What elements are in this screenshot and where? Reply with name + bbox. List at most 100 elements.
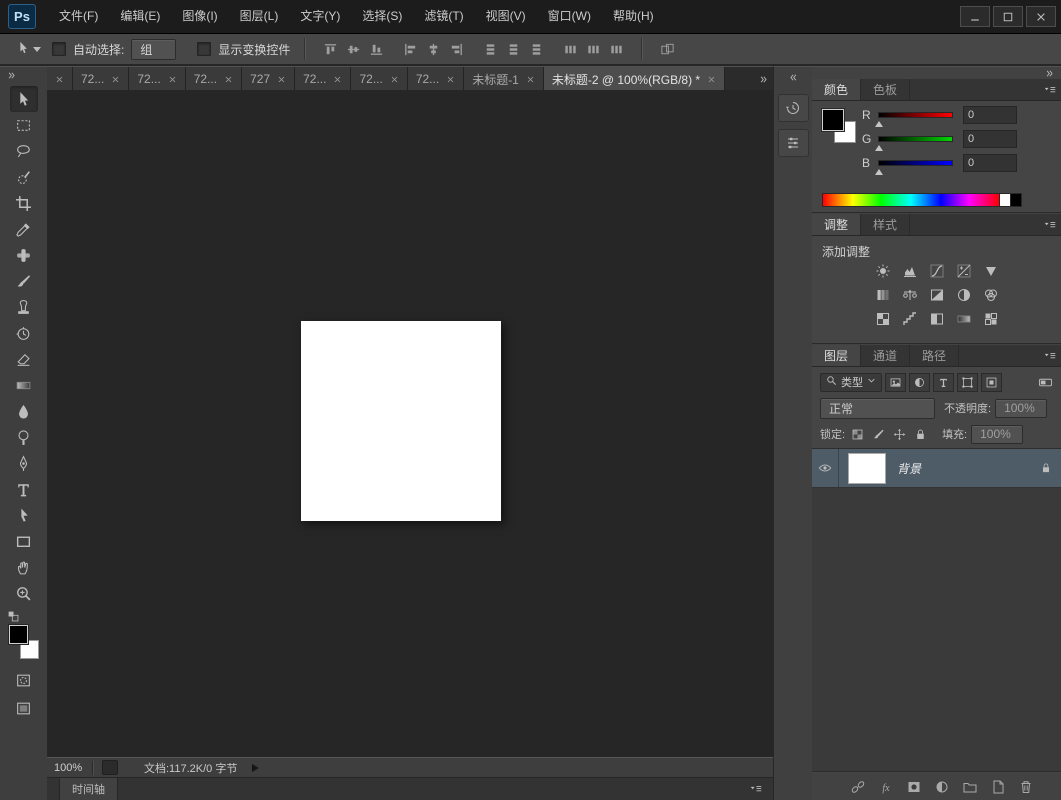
lasso-tool[interactable] [10,138,38,164]
brush-tool[interactable] [10,268,38,294]
document-tab-close-icon[interactable] [333,75,342,84]
foreground-color-swatch[interactable] [9,625,28,644]
history-brush-tool[interactable] [10,320,38,346]
document-tab[interactable]: 72... [295,67,351,91]
distribute-right-edges-icon[interactable] [606,40,627,59]
rectangular-marquee-tool[interactable] [10,112,38,138]
channel-slider[interactable] [878,160,953,166]
tab-overflow-icon[interactable] [753,67,773,91]
document-tab-close-icon[interactable] [111,75,120,84]
panel-tab[interactable]: 调整 [812,214,861,235]
slider-thumb-icon[interactable] [875,141,883,151]
color-balance-icon[interactable] [900,286,919,303]
curves-icon[interactable] [927,262,946,279]
rectangle-tool[interactable] [10,528,38,554]
new-layer-icon[interactable] [988,779,1007,796]
distribute-left-edges-icon[interactable] [560,40,581,59]
link-layers-icon[interactable] [848,779,867,796]
layer-filter-toggle[interactable] [1038,375,1053,390]
quick-selection-tool[interactable] [10,164,38,190]
type-filter-icon[interactable] [933,373,954,392]
document-tab-close-icon[interactable] [224,75,233,84]
properties-panel-icon[interactable] [778,129,809,157]
status-proxy-icon[interactable] [102,760,118,775]
document-tab-close-icon[interactable] [277,75,286,84]
align-top-edges-icon[interactable] [320,40,341,59]
distribute-horizontal-centers-icon[interactable] [583,40,604,59]
menu-item-3[interactable]: 图层(L) [229,0,290,33]
screen-mode-button[interactable] [10,695,38,721]
layer-mask-icon[interactable] [904,779,923,796]
document-tab-close-icon[interactable] [55,75,64,84]
panel-tab[interactable]: 图层 [812,345,861,366]
document-tab[interactable]: 未标题-2 @ 100%(RGB/8) * [544,67,725,91]
menu-item-4[interactable]: 文字(Y) [289,0,351,33]
history-panel-icon[interactable] [778,94,809,122]
document-tab[interactable]: 未标题-1 [464,67,544,91]
channel-value-input[interactable]: 0 [963,106,1017,124]
menu-item-0[interactable]: 文件(F) [48,0,109,33]
spot-healing-brush-tool[interactable] [10,242,38,268]
maximize-button[interactable] [993,6,1023,27]
document-tab[interactable]: 72... [73,67,129,91]
layer-visibility-icon[interactable] [812,449,839,487]
selective-color-icon[interactable] [981,310,1000,327]
tools-panel-collapse-icon[interactable] [0,69,47,82]
close-button[interactable] [1026,6,1056,27]
hue-saturation-icon[interactable] [873,286,892,303]
pen-tool[interactable] [10,450,38,476]
black-white-icon[interactable] [927,286,946,303]
panel-tab[interactable]: 通道 [861,345,910,366]
document-tab[interactable]: 72... [408,67,464,91]
channel-slider[interactable] [878,136,953,142]
align-bottom-edges-icon[interactable] [366,40,387,59]
move-tool[interactable] [10,86,38,112]
align-vertical-centers-icon[interactable] [343,40,364,59]
align-right-edges-icon[interactable] [446,40,467,59]
layer-thumbnail[interactable] [848,453,886,484]
menu-item-2[interactable]: 图像(I) [171,0,228,33]
document-tab-close-icon[interactable] [168,75,177,84]
panel-tab[interactable]: 色板 [861,79,910,100]
vibrance-icon[interactable] [981,262,1000,279]
lock-all-icon[interactable] [912,426,928,442]
panel-tab[interactable]: 颜色 [812,79,861,100]
new-group-icon[interactable] [960,779,979,796]
document-tab[interactable]: 72... [351,67,407,91]
levels-icon[interactable] [900,262,919,279]
lock-transparent-icon[interactable] [849,426,865,442]
brightness-contrast-icon[interactable] [873,262,892,279]
color-spectrum-bar[interactable] [822,193,1000,207]
document-canvas[interactable] [301,321,501,521]
delete-layer-icon[interactable] [1016,779,1035,796]
align-left-edges-icon[interactable] [400,40,421,59]
menu-item-8[interactable]: 窗口(W) [537,0,602,33]
zoom-level-field[interactable]: 100% [54,762,92,774]
zoom-tool[interactable] [10,580,38,606]
gradient-map-icon[interactable] [954,310,973,327]
pixel-filter-icon[interactable] [885,373,906,392]
minimize-button[interactable] [960,6,990,27]
clone-stamp-tool[interactable] [10,294,38,320]
quick-mask-button[interactable] [10,667,38,693]
smart-object-filter-icon[interactable] [981,373,1002,392]
canvas-area[interactable] [47,90,773,757]
menu-item-1[interactable]: 编辑(E) [109,0,171,33]
channel-value-input[interactable]: 0 [963,130,1017,148]
black-swatch[interactable] [1010,193,1022,207]
auto-select-dropdown[interactable]: 组 [131,39,176,60]
document-tab[interactable]: 72... [186,67,242,91]
menu-item-6[interactable]: 滤镜(T) [413,0,474,33]
invert-icon[interactable] [873,310,892,327]
auto-select-checkbox[interactable] [52,42,66,56]
distribute-top-edges-icon[interactable] [480,40,501,59]
panel-tab[interactable]: 样式 [861,214,910,235]
panels-collapse-icon[interactable] [1044,68,1055,79]
document-tab[interactable]: 727 [242,67,295,91]
blur-tool[interactable] [10,398,38,424]
layer-style-icon[interactable]: fx [876,779,895,796]
panel-tab[interactable]: 路径 [910,345,959,366]
tool-preset-picker[interactable] [12,39,45,60]
document-tab-close-icon[interactable] [390,75,399,84]
slider-thumb-icon[interactable] [875,117,883,127]
